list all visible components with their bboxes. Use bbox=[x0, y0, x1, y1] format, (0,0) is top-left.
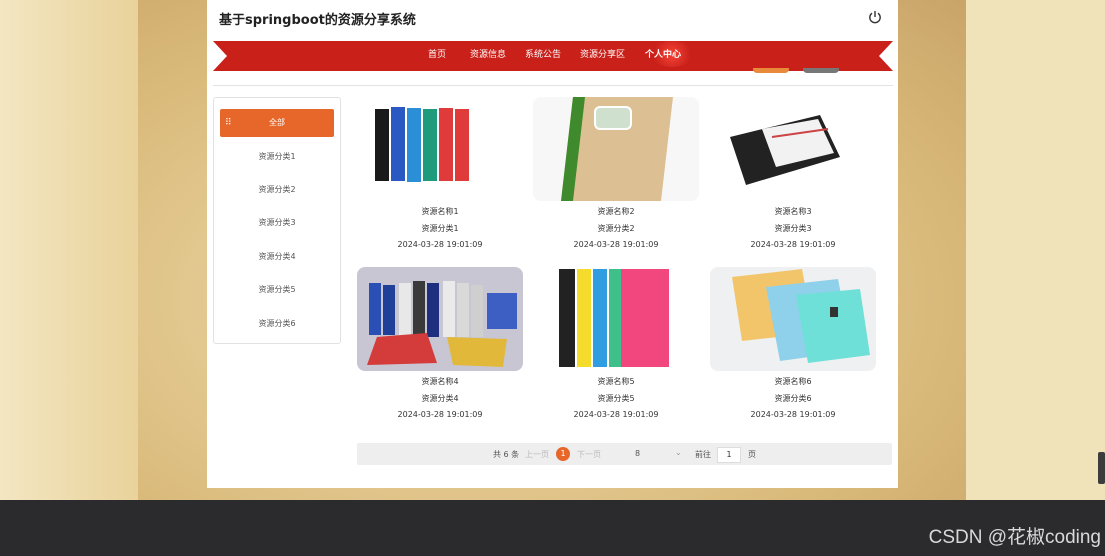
hidden-button-gray[interactable] bbox=[803, 68, 839, 73]
resource-name: 资源名称6 bbox=[774, 377, 812, 386]
resource-name: 资源名称3 bbox=[774, 207, 812, 216]
resource-card[interactable]: 资源名称3 资源分类3 2024-03-28 19:01:09 bbox=[710, 97, 876, 257]
background-right bbox=[966, 0, 1105, 500]
category-item[interactable]: 资源分类2 bbox=[220, 176, 334, 204]
nav-share-area[interactable]: 资源分享区 bbox=[580, 47, 625, 60]
category-label: 全部 bbox=[269, 118, 285, 127]
nav-personal-center[interactable]: 个人中心 bbox=[645, 47, 681, 60]
category-item[interactable]: 资源分类5 bbox=[220, 276, 334, 304]
resource-time: 2024-03-28 19:01:09 bbox=[750, 240, 836, 249]
office-folders-icon[interactable] bbox=[357, 267, 523, 371]
resource-time: 2024-03-28 19:01:09 bbox=[397, 240, 483, 249]
resource-card[interactable]: 资源名称6 资源分类6 2024-03-28 19:01:09 bbox=[710, 267, 876, 427]
resource-time: 2024-03-28 19:01:09 bbox=[573, 240, 659, 249]
resource-name: 资源名称2 bbox=[597, 207, 635, 216]
main-nav: 首页 资源信息 系统公告 资源分享区 个人中心 bbox=[207, 41, 898, 63]
prev-page-button[interactable]: 上一页 bbox=[525, 449, 549, 460]
resource-time: 2024-03-28 19:01:09 bbox=[573, 410, 659, 419]
category-all[interactable]: ⠿ 全部 bbox=[220, 109, 334, 137]
goto-label: 前往 bbox=[695, 450, 711, 459]
resource-category: 资源分类5 bbox=[597, 394, 635, 403]
page-number-button[interactable]: 1 bbox=[556, 447, 570, 461]
resource-time: 2024-03-28 19:01:09 bbox=[397, 410, 483, 419]
header: 基于springboot的资源分享系统 bbox=[207, 0, 898, 38]
site-title: 基于springboot的资源分享系统 bbox=[219, 13, 416, 28]
page-size-select[interactable]: 8 ⌄ bbox=[633, 447, 689, 461]
notebook-icon[interactable] bbox=[533, 97, 699, 201]
resource-category: 资源分类1 bbox=[421, 224, 459, 233]
category-sidebar: ⠿ 全部 资源分类1 资源分类2 资源分类3 资源分类4 资源分类5 资源分类6 bbox=[213, 97, 341, 344]
goto-page-input[interactable]: 1 bbox=[717, 447, 741, 463]
background-left bbox=[0, 0, 140, 500]
resource-card[interactable]: 资源名称1 资源分类1 2024-03-28 19:01:09 bbox=[357, 97, 523, 257]
colored-binders-icon[interactable] bbox=[533, 267, 699, 371]
power-icon[interactable] bbox=[867, 9, 883, 25]
resource-card[interactable]: 资源名称4 资源分类4 2024-03-28 19:01:09 bbox=[357, 267, 523, 427]
category-item[interactable]: 资源分类3 bbox=[220, 209, 334, 237]
category-item[interactable]: 资源分类4 bbox=[220, 243, 334, 271]
resource-card[interactable]: 资源名称2 资源分类2 2024-03-28 19:01:09 bbox=[533, 97, 699, 257]
resource-category: 资源分类4 bbox=[421, 394, 459, 403]
pagination: 共 6 条 上一页 1 下一页 8 ⌄ 前往 1 页 bbox=[357, 443, 892, 465]
resource-category: 资源分类3 bbox=[774, 224, 812, 233]
nav-resource-info[interactable]: 资源信息 bbox=[470, 47, 506, 60]
resource-name: 资源名称4 bbox=[421, 377, 459, 386]
page-suffix: 页 bbox=[748, 450, 756, 459]
page-container: 基于springboot的资源分享系统 首页 资源信息 系统公告 资源分享区 个… bbox=[207, 0, 898, 488]
watermark-text: CSDN @花椒coding bbox=[928, 527, 1101, 548]
grid-icon: ⠿ bbox=[225, 118, 232, 128]
binder-files-icon[interactable] bbox=[357, 97, 523, 201]
resource-name: 资源名称1 bbox=[421, 207, 459, 216]
nav-home[interactable]: 首页 bbox=[428, 47, 446, 60]
pagination-total: 共 6 条 bbox=[493, 450, 520, 459]
hidden-button-orange[interactable] bbox=[753, 68, 789, 73]
document-bags-icon[interactable] bbox=[710, 267, 876, 371]
category-item[interactable]: 资源分类6 bbox=[220, 310, 334, 338]
nav-underline bbox=[213, 71, 893, 86]
next-page-button[interactable]: 下一页 bbox=[577, 449, 601, 460]
chevron-down-icon: ⌄ bbox=[675, 448, 682, 457]
resource-category: 资源分类2 bbox=[597, 224, 635, 233]
side-scroll-handle[interactable] bbox=[1098, 452, 1105, 484]
resource-time: 2024-03-28 19:01:09 bbox=[750, 410, 836, 419]
resource-card[interactable]: 资源名称5 资源分类5 2024-03-28 19:01:09 bbox=[533, 267, 699, 427]
page-size-value: 8 bbox=[635, 449, 641, 458]
resource-category: 资源分类6 bbox=[774, 394, 812, 403]
nav-announcements[interactable]: 系统公告 bbox=[525, 47, 561, 60]
category-item[interactable]: 资源分类1 bbox=[220, 143, 334, 171]
resource-name: 资源名称5 bbox=[597, 377, 635, 386]
ring-binder-icon[interactable] bbox=[710, 97, 876, 201]
